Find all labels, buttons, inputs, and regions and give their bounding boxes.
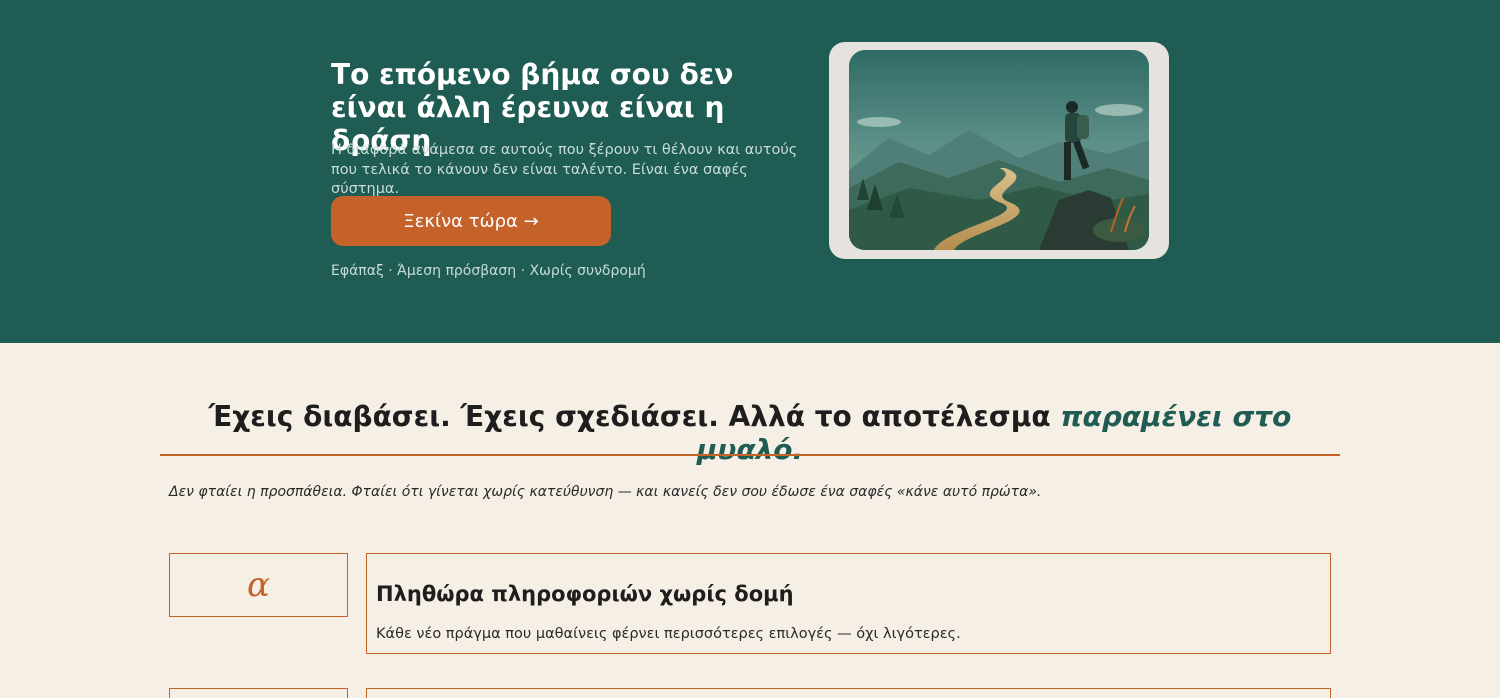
- start-now-button[interactable]: Ξεκίνα τώρα →: [331, 196, 611, 246]
- item-letter-badge: α: [169, 553, 348, 617]
- section-title-main: Έχεις διαβάσει. Έχεις σχεδιάσει. Αλλά το…: [208, 400, 1061, 433]
- next-problem-item-card: [366, 688, 1331, 698]
- hero-subtitle: Η διαφορά ανάμεσα σε αυτούς που ξέρουν τ…: [331, 142, 798, 197]
- hero-image-card: [829, 42, 1169, 259]
- section-divider: [160, 454, 1340, 456]
- problem-item-card: Πληθώρα πληροφοριών χωρίς δομή Κάθε νέο …: [366, 553, 1331, 654]
- section-title: Έχεις διαβάσει. Έχεις σχεδιάσει. Αλλά το…: [160, 400, 1340, 466]
- hero-section: Το επόμενο βήμα σου δεν είναι άλλη έρευν…: [0, 0, 1500, 343]
- item-title: Πληθώρα πληροφοριών χωρίς δομή: [376, 582, 794, 606]
- hiker-landscape-illustration: [849, 50, 1149, 250]
- hiker-landscape-svg: [849, 50, 1149, 250]
- hero-note: Εφάπαξ · Άμεση πρόσβαση · Χωρίς συνδρομή: [331, 263, 646, 279]
- next-item-letter-badge: [169, 688, 348, 698]
- item-text: Κάθε νέο πράγμα που μαθαίνεις φέρνει περ…: [376, 626, 961, 642]
- section-subtitle: Δεν φταίει η προσπάθεια. Φταίει ότι γίνε…: [169, 484, 1042, 500]
